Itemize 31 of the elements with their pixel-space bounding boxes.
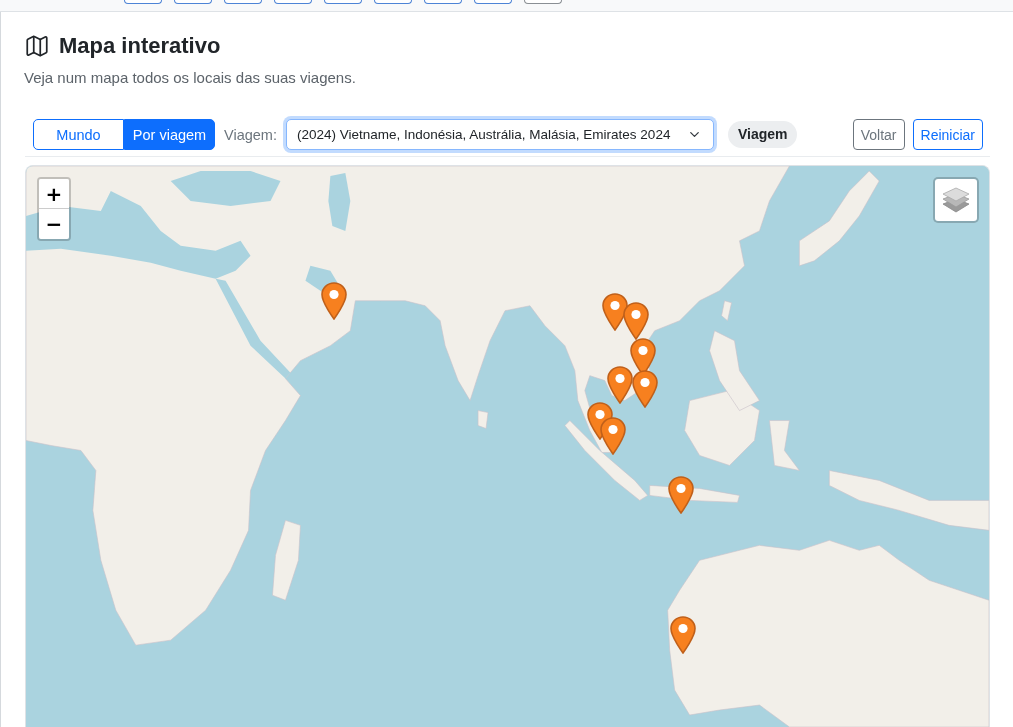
nav-button[interactable] xyxy=(524,0,562,4)
trip-badge: Viagem xyxy=(727,121,798,148)
zoom-out-button[interactable]: − xyxy=(39,209,69,239)
trip-label: Viagem: xyxy=(224,126,277,143)
nav-button[interactable] xyxy=(274,0,312,4)
layers-icon xyxy=(942,187,970,213)
page-title: Mapa interativo xyxy=(59,33,221,59)
nav-button[interactable] xyxy=(424,0,462,4)
map-pin-icon[interactable] xyxy=(670,616,696,654)
sea-area xyxy=(328,173,351,231)
view-toggle-button[interactable]: Por viagem xyxy=(124,119,215,150)
toolbar-button[interactable]: Reiniciar xyxy=(912,119,983,150)
map-icon xyxy=(24,33,50,59)
view-toggle-button[interactable]: Mundo xyxy=(33,119,124,150)
map-pin-icon[interactable] xyxy=(623,302,649,340)
page-subtitle: Veja num mapa todos os locais das suas viagens. xyxy=(24,68,356,88)
toolbar-button[interactable]: Voltar xyxy=(852,119,905,150)
nav-button[interactable] xyxy=(374,0,412,4)
nav-button[interactable] xyxy=(174,0,212,4)
trip-select[interactable]: (2024) Vietname, Indonésia, Austrália, Malásia, Emirates 2024 xyxy=(285,119,714,150)
map-pin-icon[interactable] xyxy=(607,366,633,404)
zoom-in-button[interactable]: + xyxy=(39,179,69,209)
nav-button[interactable] xyxy=(474,0,512,4)
nav-button[interactable] xyxy=(224,0,262,4)
map-pin-icon[interactable] xyxy=(600,417,626,455)
map-pin-icon[interactable] xyxy=(668,476,694,514)
map-pin-icon[interactable] xyxy=(321,282,347,320)
map-pin-icon[interactable] xyxy=(632,370,658,408)
layers-button[interactable] xyxy=(933,177,979,223)
nav-button[interactable] xyxy=(124,0,162,4)
nav-button[interactable] xyxy=(324,0,362,4)
